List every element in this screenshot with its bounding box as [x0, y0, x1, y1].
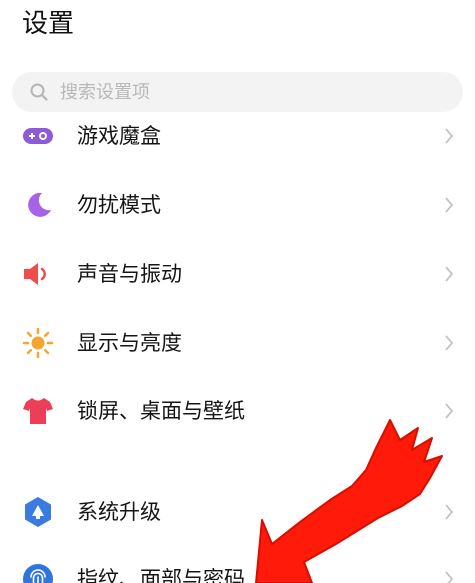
chevron-right-icon — [443, 502, 455, 522]
search-icon — [28, 81, 50, 103]
page-title: 设置 — [22, 9, 75, 39]
settings-item-label: 声音与振动 — [77, 262, 182, 286]
settings-item-label: 锁屏、桌面与壁纸 — [77, 399, 245, 423]
settings-item-label: 显示与亮度 — [77, 331, 182, 355]
speaker-icon — [22, 258, 54, 290]
search-bar[interactable] — [12, 72, 463, 112]
settings-item-display[interactable]: 显示与亮度 — [0, 315, 475, 371]
settings-item-label: 游戏魔盒 — [77, 124, 161, 148]
chevron-right-icon — [443, 333, 455, 353]
moon-icon — [22, 189, 54, 221]
game-box-icon — [22, 120, 54, 152]
settings-item-label: 勿扰模式 — [77, 193, 161, 217]
sun-icon — [22, 327, 54, 359]
chevron-right-icon — [443, 264, 455, 284]
system-upgrade-icon — [22, 496, 54, 528]
settings-item-fingerprint-face-password[interactable]: 指纹、面部与密码 — [0, 551, 475, 583]
settings-item-label: 系统升级 — [77, 500, 161, 524]
settings-item-lockscreen-wallpaper[interactable]: 锁屏、桌面与壁纸 — [0, 383, 475, 439]
chevron-right-icon — [443, 569, 455, 583]
chevron-right-icon — [443, 401, 455, 421]
fingerprint-icon — [22, 563, 54, 583]
chevron-right-icon — [443, 195, 455, 215]
chevron-right-icon — [443, 126, 455, 146]
settings-page: 设置 游戏魔盒 勿扰模 — [0, 0, 475, 583]
settings-item-label: 指纹、面部与密码 — [77, 567, 245, 583]
settings-item-sound[interactable]: 声音与振动 — [0, 246, 475, 302]
tshirt-icon — [22, 395, 54, 427]
settings-item-do-not-disturb[interactable]: 勿扰模式 — [0, 177, 475, 233]
settings-item-system-upgrade[interactable]: 系统升级 — [0, 484, 475, 540]
settings-item-game-box[interactable]: 游戏魔盒 — [0, 108, 475, 164]
search-input[interactable] — [60, 74, 420, 110]
